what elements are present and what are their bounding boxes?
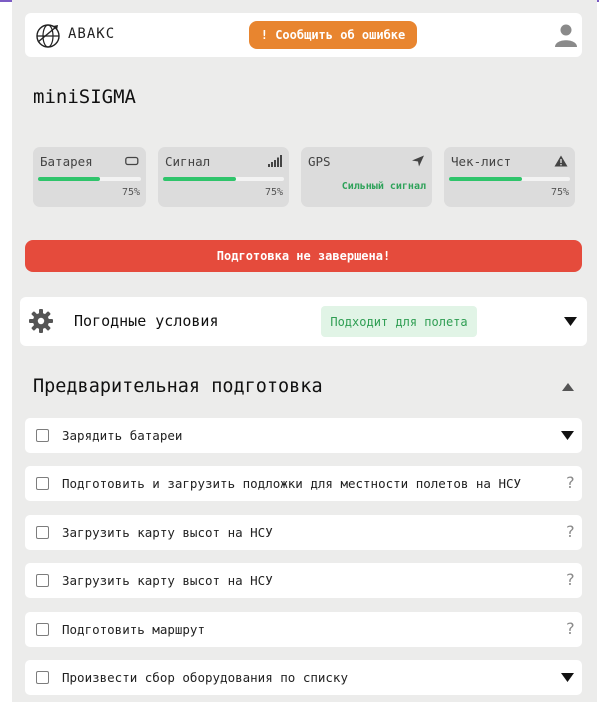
help-icon[interactable]: ? [565,619,575,638]
preparation-alert: Подготовка не завершена! [25,240,582,272]
chevron-down-icon[interactable] [561,431,574,440]
task-item[interactable]: Подготовить маршрут ? [25,612,582,647]
task-label: Подготовить и загрузить подложки для мес… [62,476,522,491]
signal-icon [268,155,282,167]
help-icon[interactable]: ? [565,473,575,492]
page-title: miniSIGMA [33,86,136,108]
stat-label: GPS [308,154,331,169]
gps-status: Сильный сигнал [341,181,426,192]
stat-card-signal[interactable]: Сигнал 75% [158,147,289,207]
task-item[interactable]: Загрузить карту высот на НСУ ? [25,563,582,598]
battery-progress-bar [38,177,141,181]
stat-percent: 75% [264,187,283,198]
task-checkbox[interactable] [36,429,49,442]
stat-percent: 75% [550,187,569,198]
task-checkbox[interactable] [36,526,49,539]
navigation-arrow-icon [412,155,424,167]
battery-icon [125,156,139,166]
chevron-up-icon[interactable] [562,383,574,391]
report-error-button[interactable]: ! Сообщить об ошибке [249,21,417,49]
stat-card-battery[interactable]: Батарея 75% [33,147,146,207]
stat-card-checklist[interactable]: Чек-лист 75% [444,147,575,207]
chevron-down-icon[interactable] [564,317,577,326]
help-icon[interactable]: ? [565,570,575,589]
stat-label: Чек-лист [451,154,512,169]
weather-status-badge: Подходит для полета [321,306,477,337]
stat-percent: 75% [121,187,140,198]
task-label: Произвести сбор оборудования по списку [62,670,348,685]
battery-progress-fill [38,177,100,181]
globe-logo-icon [36,24,60,48]
warning-icon [554,155,568,167]
stat-label: Батарея [40,154,93,169]
signal-progress-bar [163,177,284,181]
task-item[interactable]: Загрузить карту высот на НСУ ? [25,515,582,550]
task-label: Подготовить маршрут [62,622,205,637]
chevron-down-icon[interactable] [561,673,574,682]
task-label: Загрузить карту высот на НСУ [62,525,273,540]
gear-icon [29,309,53,333]
weather-label: Погодные условия [74,312,219,330]
task-item[interactable]: Подготовить и загрузить подложки для мес… [25,466,582,501]
checklist-progress-fill [449,177,522,181]
task-checkbox[interactable] [36,671,49,684]
task-checkbox[interactable] [36,574,49,587]
signal-progress-fill [163,177,236,181]
task-checkbox[interactable] [36,477,49,490]
user-icon[interactable] [553,22,579,48]
logo-text: АВАКС [68,26,116,42]
checklist-progress-bar [449,177,570,181]
stat-card-gps[interactable]: GPS Сильный сигнал [301,147,432,207]
weather-panel[interactable]: Погодные условия Подходит для полета [20,297,587,346]
task-item[interactable]: Зарядить батареи [25,418,582,453]
section-title: Предварительная подготовка [33,376,323,397]
task-checkbox[interactable] [36,623,49,636]
task-item[interactable]: Произвести сбор оборудования по списку [25,660,582,695]
task-label: Загрузить карту высот на НСУ [62,573,273,588]
stat-label: Сигнал [165,154,211,169]
task-label: Зарядить батареи [62,428,183,443]
help-icon[interactable]: ? [565,522,575,541]
